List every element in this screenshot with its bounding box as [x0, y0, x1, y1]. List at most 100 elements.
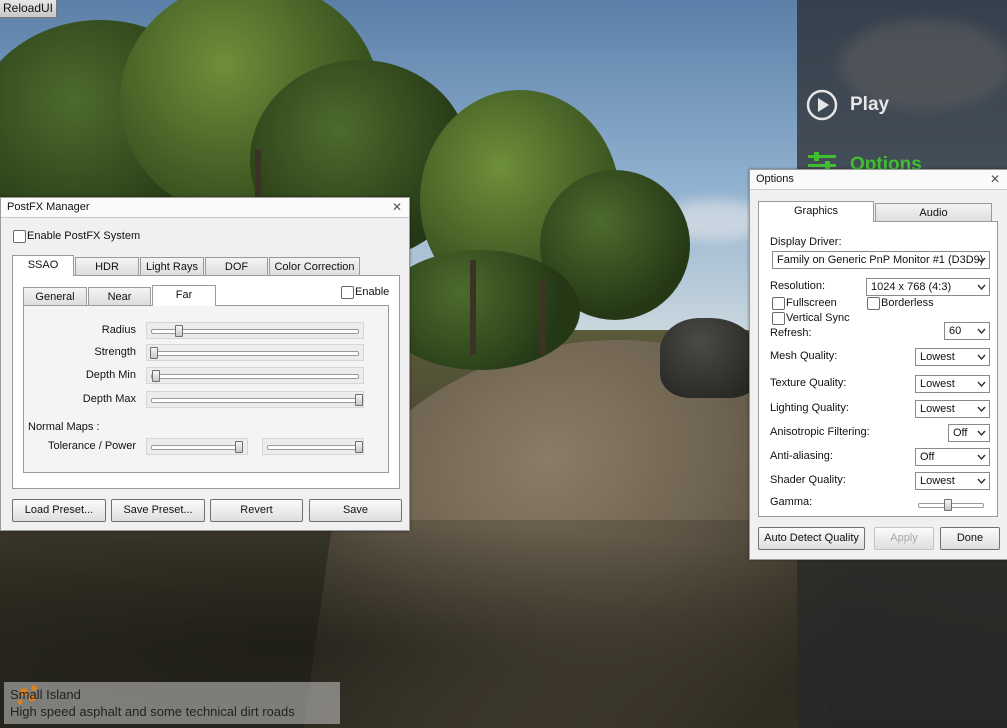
subtab-label: Near	[107, 291, 132, 303]
enable-postfx-checkbox[interactable]	[13, 230, 26, 243]
antialiasing-label: Anti-aliasing:	[770, 450, 833, 462]
shader-quality-value: Lowest	[920, 475, 955, 487]
tab-label: Graphics	[793, 205, 839, 217]
chevron-down-icon	[975, 323, 987, 339]
tab-hdr[interactable]: HDR	[75, 257, 139, 276]
radius-slider[interactable]	[146, 322, 364, 339]
display-driver-value: Family on Generic PnP Monitor #1 (D3D9)	[777, 254, 984, 266]
subtab-near[interactable]: Near	[88, 287, 151, 306]
resolution-value: 1024 x 768 (4:3)	[871, 281, 952, 293]
strength-slider[interactable]	[146, 344, 364, 361]
auto-detect-quality-button[interactable]: Auto Detect Quality	[758, 527, 865, 550]
save-button[interactable]: Save	[309, 499, 402, 522]
tab-light-rays[interactable]: Light Rays	[140, 257, 204, 276]
postfx-titlebar[interactable]: PostFX Manager ✕	[1, 198, 409, 218]
refresh-label: Refresh:	[770, 327, 812, 339]
close-icon[interactable]: ✕	[392, 198, 402, 217]
ssao-tab-panel: General Near Far Enable Radius Strength …	[12, 275, 400, 489]
reload-ui-button[interactable]: ReloadUI	[0, 0, 57, 18]
slider-thumb[interactable]	[175, 325, 183, 337]
resolution-dropdown[interactable]: 1024 x 768 (4:3)	[866, 278, 990, 296]
chevron-down-icon	[975, 401, 987, 417]
tab-graphics[interactable]: Graphics	[758, 201, 874, 222]
close-icon[interactable]: ✕	[990, 170, 1000, 189]
main-menu: Play Options	[806, 88, 922, 175]
tab-label: HDR	[95, 261, 119, 273]
vertical-sync-checkbox[interactable]	[772, 312, 785, 325]
depth-min-slider[interactable]	[146, 367, 364, 384]
slider-thumb[interactable]	[355, 441, 363, 453]
tree	[380, 250, 580, 370]
shader-quality-dropdown[interactable]: Lowest	[915, 472, 990, 490]
done-button[interactable]: Done	[940, 527, 1000, 550]
enable-far-checkbox[interactable]	[341, 286, 354, 299]
power-slider[interactable]	[262, 438, 364, 455]
anisotropic-dropdown[interactable]: Off	[948, 424, 990, 442]
subtab-label: General	[35, 291, 75, 303]
mesh-quality-dropdown[interactable]: Lowest	[915, 348, 990, 366]
depth-min-label: Depth Min	[85, 369, 136, 381]
level-name: Small Island	[10, 687, 81, 702]
chevron-down-icon	[975, 376, 987, 392]
rock	[660, 318, 760, 398]
gamma-label: Gamma:	[770, 496, 813, 508]
fullscreen-checkbox[interactable]	[772, 297, 785, 310]
strength-label: Strength	[94, 346, 136, 358]
chevron-down-icon	[975, 349, 987, 365]
antialiasing-dropdown[interactable]: Off	[915, 448, 990, 466]
far-settings-panel: Radius Strength Depth Min Depth Max Norm…	[23, 305, 389, 473]
load-preset-button[interactable]: Load Preset...	[12, 499, 106, 522]
subtab-general[interactable]: General	[23, 287, 87, 306]
options-titlebar[interactable]: Options ✕	[750, 170, 1007, 190]
tab-label: Light Rays	[146, 261, 198, 273]
enable-postfx-label: Enable PostFX System	[27, 230, 141, 242]
enable-far-label: Enable	[355, 286, 390, 298]
borderless-label: Borderless	[881, 297, 934, 309]
texture-quality-value: Lowest	[920, 378, 955, 390]
tree-trunk	[540, 280, 546, 355]
tab-label: DOF	[224, 261, 249, 273]
tolerance-slider[interactable]	[146, 438, 248, 455]
display-driver-dropdown[interactable]: Family on Generic PnP Monitor #1 (D3D9)	[772, 251, 990, 269]
radius-label: Radius	[101, 324, 136, 336]
tab-dof[interactable]: DOF	[205, 257, 268, 276]
texture-quality-dropdown[interactable]: Lowest	[915, 375, 990, 393]
fullscreen-label: Fullscreen	[786, 297, 837, 309]
gamma-slider[interactable]	[913, 496, 989, 513]
slider-thumb[interactable]	[944, 499, 952, 511]
lighting-quality-dropdown[interactable]: Lowest	[915, 400, 990, 418]
display-driver-label: Display Driver:	[770, 236, 842, 248]
revert-button[interactable]: Revert	[210, 499, 303, 522]
save-preset-button[interactable]: Save Preset...	[111, 499, 205, 522]
slider-thumb[interactable]	[150, 347, 158, 359]
play-label: Play	[850, 94, 890, 115]
refresh-value: 60	[949, 325, 962, 337]
slider-thumb[interactable]	[152, 370, 160, 382]
refresh-dropdown[interactable]: 60	[944, 322, 990, 340]
slider-thumb[interactable]	[235, 441, 243, 453]
depth-max-slider[interactable]	[146, 391, 364, 408]
subtab-far[interactable]: Far	[152, 285, 216, 306]
play-icon	[806, 89, 838, 121]
lighting-quality-value: Lowest	[920, 403, 955, 415]
tab-ssao[interactable]: SSAO	[12, 255, 74, 276]
chevron-down-icon	[975, 425, 987, 441]
graphics-tab-panel: Display Driver: Family on Generic PnP Mo…	[758, 221, 998, 517]
tab-label: Color Correction	[274, 261, 355, 273]
tab-audio[interactable]: Audio	[875, 203, 992, 222]
postfx-title: PostFX Manager	[7, 201, 90, 213]
apply-button[interactable]: Apply	[874, 527, 934, 550]
options-window: Options ✕ Graphics Audio Display Driver:…	[749, 169, 1007, 560]
borderless-checkbox[interactable]	[867, 297, 880, 310]
tab-label: SSAO	[27, 259, 59, 271]
anisotropic-value: Off	[953, 427, 968, 439]
level-description: High speed asphalt and some technical di…	[10, 704, 295, 719]
tree-trunk	[470, 260, 476, 355]
slider-thumb[interactable]	[355, 394, 363, 406]
mesh-quality-value: Lowest	[920, 351, 955, 363]
play-menu-item[interactable]: Play	[806, 88, 889, 122]
level-info-panel: Small Island High speed asphalt and some…	[4, 682, 340, 724]
tab-color-correction[interactable]: Color Correction	[269, 257, 360, 276]
shader-quality-label: Shader Quality:	[770, 474, 846, 486]
resolution-label: Resolution:	[770, 280, 826, 292]
